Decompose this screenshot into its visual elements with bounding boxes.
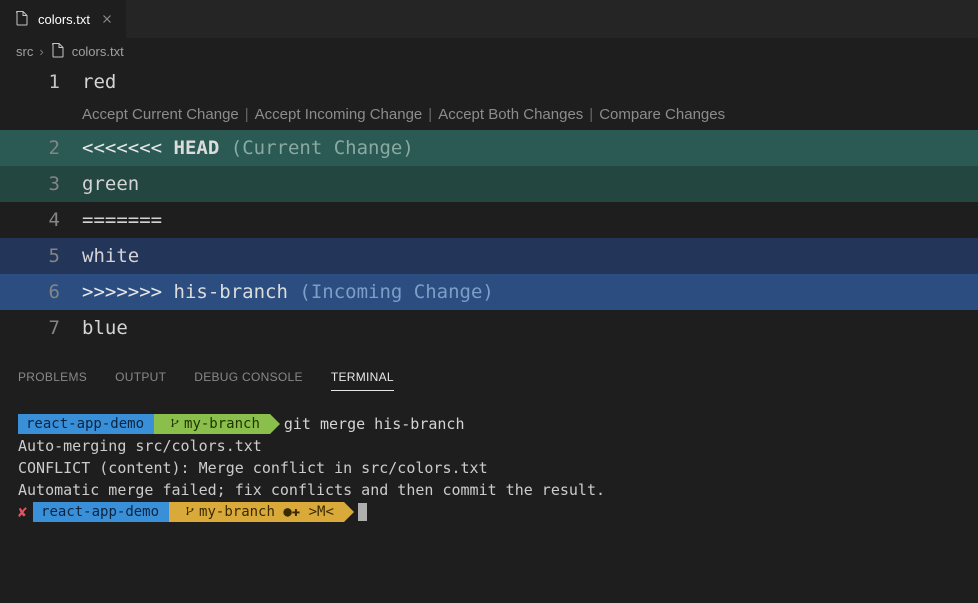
terminal-output: CONFLICT (content): Merge conflict in sr… [18,457,960,479]
line-number: 7 [0,310,82,346]
breadcrumb[interactable]: src › colors.txt [0,38,978,64]
tab-output[interactable]: OUTPUT [115,370,166,391]
chevron-right-icon: › [39,44,43,59]
terminal-output: Automatic merge failed; fix conflicts an… [18,479,960,501]
conflict-incoming-marker[interactable]: >>>>>>> his-branch (Incoming Change) [82,274,978,310]
error-icon: ✘ [18,501,27,523]
bottom-panel: PROBLEMS OUTPUT DEBUG CONSOLE TERMINAL r… [0,346,978,603]
prompt-branch: my-branch [154,414,270,434]
editor-line[interactable]: 2 <<<<<<< HEAD (Current Change) [0,130,978,166]
close-icon[interactable] [98,10,116,28]
file-icon [14,10,30,29]
terminal-command: git merge his-branch [284,413,465,435]
prompt-project: react-app-demo [33,502,169,522]
conflict-separator[interactable]: ======= [82,202,978,238]
compare-changes-link[interactable]: Compare Changes [599,100,725,130]
editor-line[interactable]: 4 ======= [0,202,978,238]
editor-line[interactable]: 6 >>>>>>> his-branch (Incoming Change) [0,274,978,310]
accept-both-link[interactable]: Accept Both Changes [438,100,583,130]
editor[interactable]: 1 red Accept Current Change | Accept Inc… [0,64,978,346]
terminal-line[interactable]: ✘ react-app-demo my-branch ●✚ >M< [18,501,960,523]
panel-tabs: PROBLEMS OUTPUT DEBUG CONSOLE TERMINAL [0,370,978,401]
editor-line[interactable]: 3 green [0,166,978,202]
tab-debug-console[interactable]: DEBUG CONSOLE [194,370,303,391]
terminal-output: Auto-merging src/colors.txt [18,435,960,457]
tab-filename: colors.txt [38,12,90,27]
editor-line[interactable]: 7 blue [0,310,978,346]
merge-codelens: Accept Current Change | Accept Incoming … [0,100,978,130]
tab-bar: colors.txt [0,0,978,38]
prompt-branch: my-branch ●✚ >M< [169,502,344,522]
terminal-line[interactable]: react-app-demo my-branch git merge his-b… [18,413,960,435]
breadcrumb-folder[interactable]: src [16,44,33,59]
breadcrumb-file[interactable]: colors.txt [72,44,124,59]
line-number: 4 [0,202,82,238]
code-text[interactable]: red [82,64,978,100]
file-tab[interactable]: colors.txt [0,0,126,38]
line-number: 6 [0,274,82,310]
accept-incoming-link[interactable]: Accept Incoming Change [255,100,423,130]
terminal[interactable]: react-app-demo my-branch git merge his-b… [0,401,978,523]
terminal-cursor [358,503,367,521]
tab-terminal[interactable]: TERMINAL [331,370,394,391]
line-number: 1 [0,64,82,100]
code-text[interactable]: white [82,238,978,274]
prompt-project: react-app-demo [18,414,154,434]
tab-problems[interactable]: PROBLEMS [18,370,87,391]
editor-line[interactable]: 5 white [0,238,978,274]
editor-line[interactable]: 1 red [0,64,978,100]
line-number: 5 [0,238,82,274]
code-text[interactable]: green [82,166,978,202]
accept-current-link[interactable]: Accept Current Change [82,100,239,130]
file-icon [50,42,66,61]
code-text[interactable]: blue [82,310,978,346]
conflict-head-marker[interactable]: <<<<<<< HEAD (Current Change) [82,130,978,166]
line-number: 3 [0,166,82,202]
line-number: 2 [0,130,82,166]
